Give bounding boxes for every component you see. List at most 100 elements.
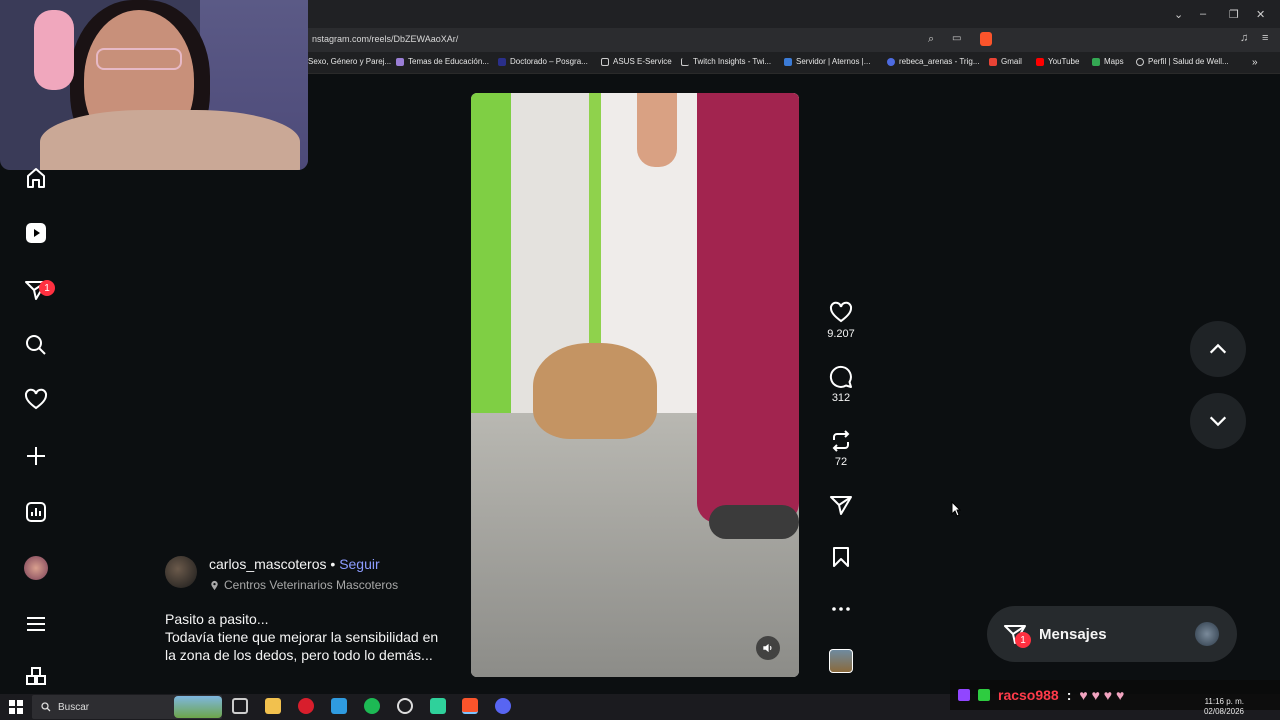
apps-icon (26, 667, 46, 685)
bookmark-item[interactable]: ASUS E-Service (601, 57, 672, 66)
previous-reel-button[interactable] (1190, 321, 1246, 377)
bookmark-item[interactable]: Doctorado – Posgra... (498, 57, 588, 66)
taskbar-search[interactable]: Buscar (32, 695, 222, 719)
sidebar-create[interactable] (20, 440, 52, 472)
sidebar-search[interactable] (20, 329, 52, 361)
spotify-icon[interactable] (364, 698, 380, 714)
mouse-cursor-icon (951, 501, 961, 517)
caption[interactable]: Pasito a pasito... Todavía tiene que mej… (165, 610, 455, 664)
minimize-icon[interactable]: – (1200, 8, 1206, 20)
sidebar-apps[interactable] (20, 664, 52, 692)
bookmark-item[interactable]: Perfil | Salud de Well... (1136, 57, 1229, 66)
bookmark-item[interactable]: Gmail (989, 57, 1022, 66)
save-action[interactable] (822, 545, 860, 569)
headset (34, 10, 74, 90)
sidebar-profile[interactable] (20, 552, 52, 584)
repost-icon (832, 430, 850, 452)
author-avatar[interactable] (165, 556, 197, 588)
messages-button[interactable]: 1 Mensajes (987, 606, 1237, 662)
bookmark-icon (784, 57, 792, 66)
webcam-person-body (40, 110, 300, 170)
globe-icon (1136, 57, 1144, 66)
location-label: Centros Veterinarios Mascoteros (224, 578, 399, 592)
file-explorer-icon[interactable] (265, 698, 281, 714)
separator: • (326, 556, 340, 572)
comment-action[interactable]: 312 (822, 365, 860, 404)
comment-count: 312 (831, 392, 851, 404)
avatar (1195, 622, 1219, 646)
bookmark-item[interactable]: Maps (1092, 57, 1124, 66)
next-reel-button[interactable] (1190, 393, 1246, 449)
cast-icon[interactable]: ▭ (952, 33, 961, 44)
chevron-down-icon (1209, 416, 1227, 427)
author-username[interactable]: carlos_mascoteros (209, 556, 327, 572)
sidebar-home[interactable] (20, 162, 52, 194)
start-button[interactable] (9, 700, 23, 714)
messages-icon-wrap: 1 (1003, 622, 1031, 648)
search-label: Buscar (58, 701, 90, 713)
insights-icon (26, 502, 46, 522)
chart-icon (681, 57, 689, 66)
task-view-icon[interactable] (232, 698, 248, 714)
more-action[interactable] (822, 597, 860, 621)
tab-list-icon[interactable]: ⌄ (1174, 8, 1183, 21)
zoom-icon[interactable]: ⌕ (928, 33, 934, 46)
bookmark-icon (887, 57, 895, 66)
location[interactable]: Centros Veterinarios Mascoteros (209, 578, 398, 592)
glasses (96, 48, 182, 70)
url-text[interactable]: nstagram.com/reels/DbZEWAaoXAr/ (312, 34, 458, 44)
sidebar-notifications[interactable] (20, 384, 52, 416)
like-action[interactable]: 9.207 (822, 301, 860, 340)
home-icon (27, 168, 45, 188)
bookmark-icon (833, 547, 849, 567)
person-leg (697, 93, 799, 523)
repost-action[interactable]: 72 (822, 429, 860, 468)
mute-button[interactable] (756, 636, 780, 660)
discord-icon[interactable] (495, 698, 511, 714)
brave-browser-icon[interactable] (462, 698, 478, 714)
sidebar-messages[interactable]: 1 (20, 274, 55, 306)
bookmark-item[interactable]: rebeca_arenas - Trig... (887, 57, 979, 66)
sidebar-dashboard[interactable] (20, 496, 52, 528)
messages-badge: 1 (1015, 632, 1031, 648)
avatar (24, 556, 48, 580)
bookmark-item[interactable]: YouTube (1036, 57, 1079, 66)
repost-count: 72 (834, 456, 848, 468)
bookmark-icon (498, 57, 506, 66)
more-bookmarks-icon[interactable]: » (1252, 57, 1258, 68)
brave-shield-icon[interactable] (980, 32, 992, 46)
share-action[interactable] (822, 493, 860, 517)
more-icon (832, 607, 850, 611)
badge-icon (978, 689, 990, 701)
chat-username: racso988 (998, 687, 1059, 703)
sidebar-more[interactable] (20, 608, 52, 640)
close-icon[interactable]: ✕ (1256, 8, 1265, 21)
bookmark-item[interactable]: Servidor | Aternos |... (784, 57, 870, 66)
taskbar-clock[interactable]: 11:16 p. m. 02/08/2026 (1190, 697, 1244, 717)
menu-icon[interactable]: ≡ (1262, 32, 1268, 44)
twitch-icon (958, 689, 970, 701)
gmail-icon (989, 57, 997, 66)
maximize-icon[interactable]: ❐ (1229, 8, 1239, 21)
shoe (709, 505, 799, 539)
app-icon[interactable] (430, 698, 446, 714)
webcam-overlay (0, 0, 308, 170)
app-icon[interactable] (298, 698, 314, 714)
search-icon (26, 335, 46, 355)
bookmark-item[interactable]: Sexo, Género y Parej... (308, 57, 391, 66)
audio-thumbnail[interactable] (829, 649, 853, 673)
author-line: carlos_mascoteros • Seguir (209, 556, 380, 572)
bookmark-item[interactable]: Twitch Insights - Twi... (681, 57, 771, 66)
heart-icon (24, 388, 48, 410)
follow-button[interactable]: Seguir (339, 556, 379, 572)
obs-icon[interactable] (397, 698, 413, 714)
notification-badge: 1 (39, 280, 55, 296)
media-icon[interactable]: ♫ (1240, 32, 1248, 44)
folder-icon (601, 57, 609, 66)
bookmark-item[interactable]: Temas de Educación... (396, 57, 489, 66)
chevron-up-icon (1209, 343, 1227, 354)
reel-video[interactable] (471, 93, 799, 677)
app-icon[interactable] (331, 698, 347, 714)
sidebar-reels[interactable] (20, 217, 52, 249)
youtube-icon (1036, 57, 1044, 66)
